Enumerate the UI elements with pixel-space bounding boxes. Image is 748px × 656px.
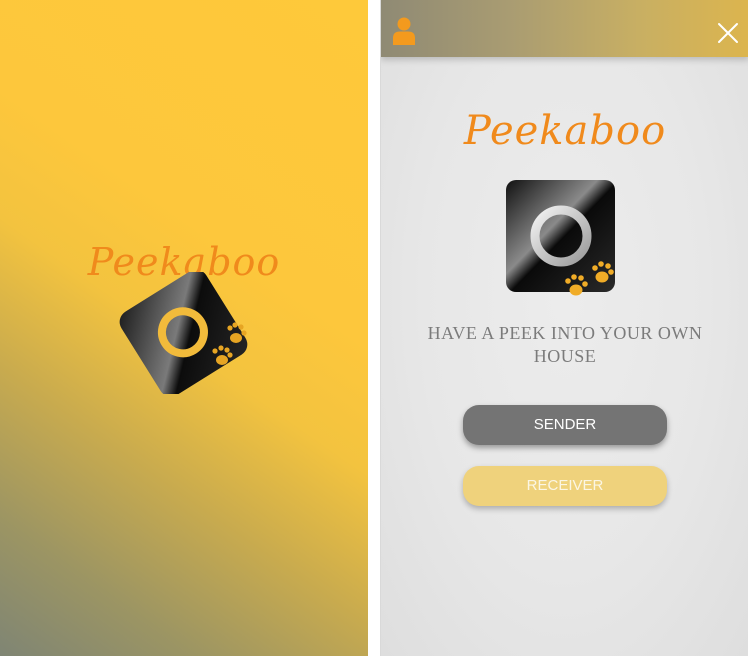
user-icon[interactable] xyxy=(392,16,416,46)
receiver-button[interactable]: RECEIVER xyxy=(463,466,667,506)
top-bar xyxy=(381,0,748,57)
splash-screen: Peekaboo xyxy=(0,0,368,656)
close-icon[interactable] xyxy=(717,22,739,44)
sender-button[interactable]: SENDER xyxy=(463,405,667,445)
tagline: HAVE A PEEK INTO YOUR OWN HOUSE xyxy=(427,323,703,366)
app-screen: Peekaboo HAVE A PEEK INTO YOUR OWN HOUSE… xyxy=(380,0,748,656)
camera-paw-logo-icon xyxy=(506,180,615,296)
camera-paw-logo-icon xyxy=(119,272,248,394)
app-title: Peekaboo xyxy=(463,108,667,154)
